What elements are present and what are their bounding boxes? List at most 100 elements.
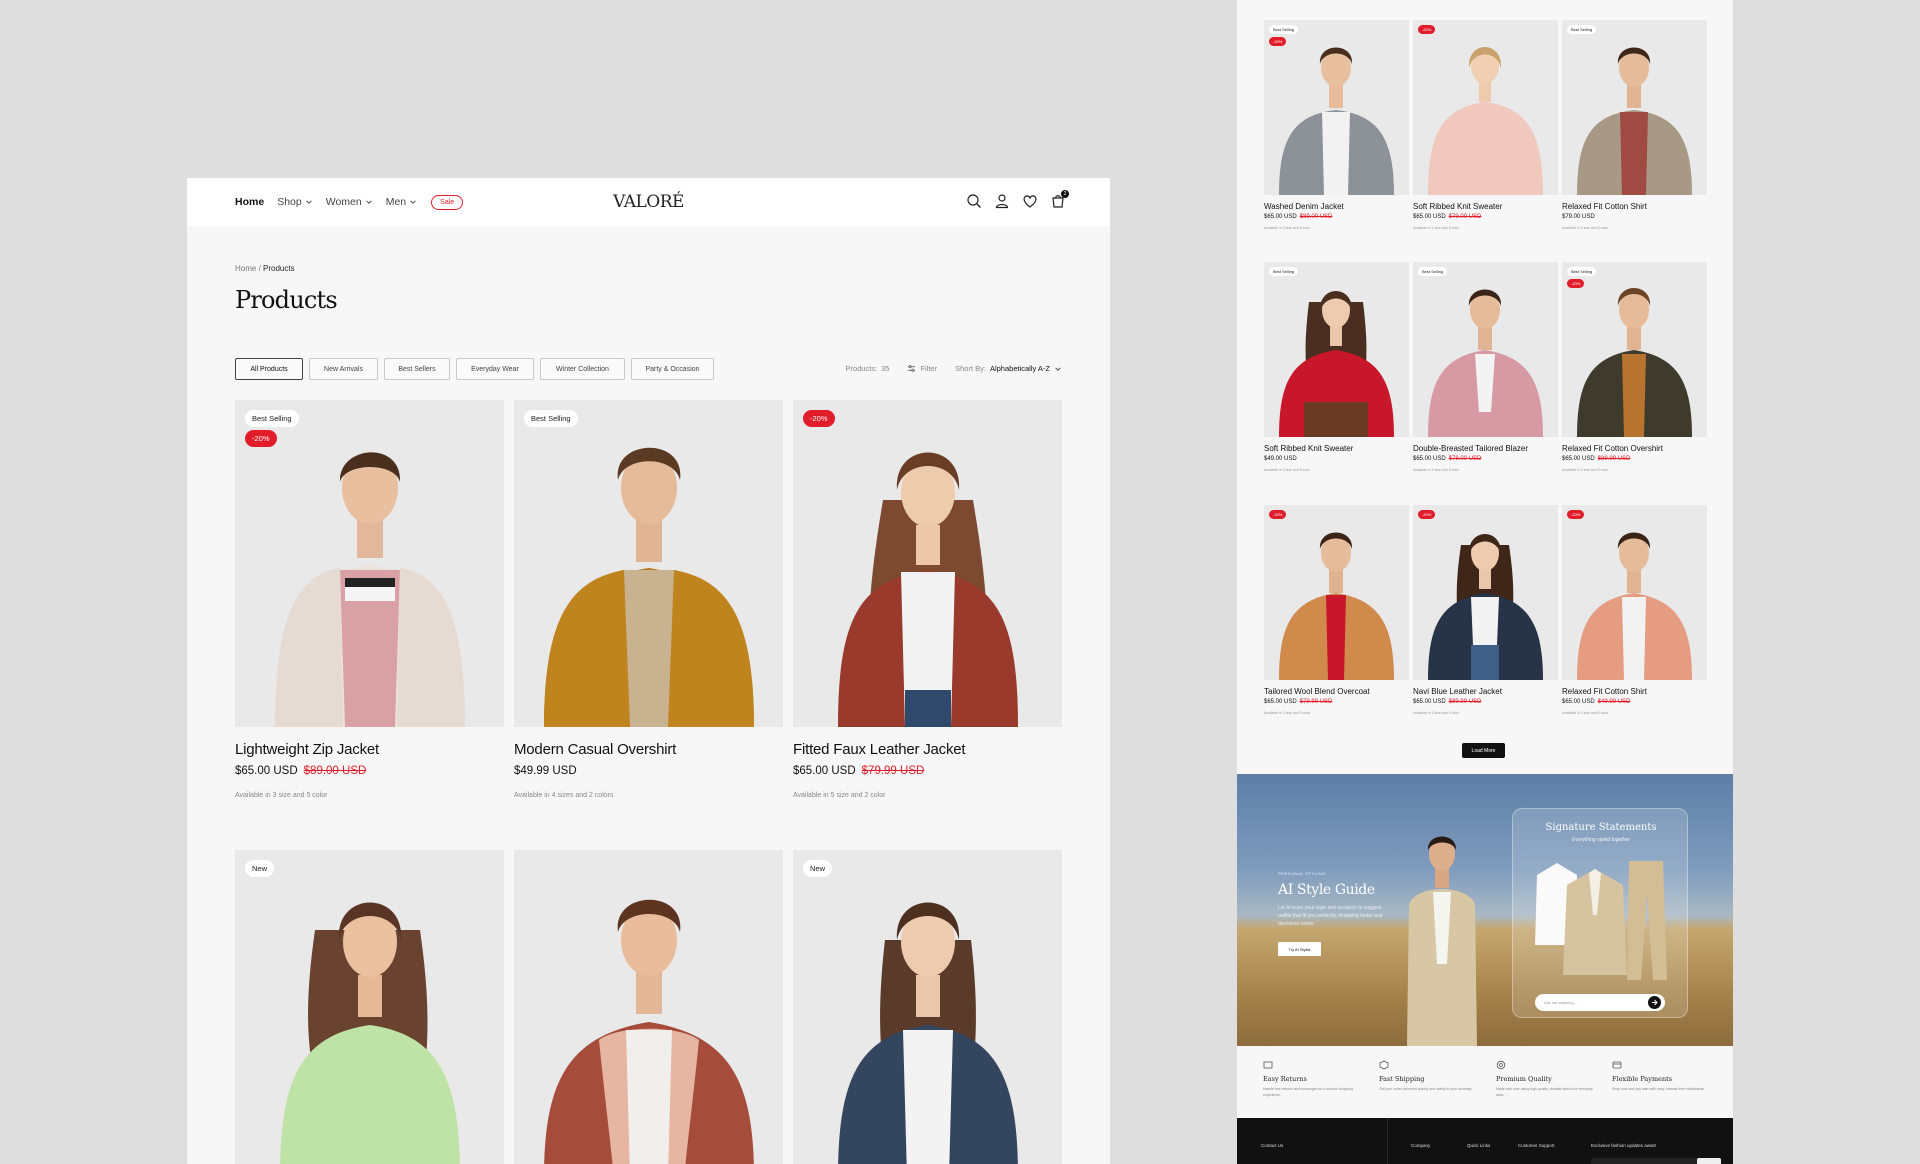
- product-price: $49.99 USD: [514, 765, 783, 777]
- sort-value: Alphabetically A-Z: [989, 364, 1050, 373]
- filter-best-sellers[interactable]: Best Sellers: [384, 358, 450, 380]
- payment-icon: [1612, 1061, 1622, 1069]
- product-name[interactable]: Navi Blue Leather Jacket: [1413, 687, 1558, 696]
- product-name[interactable]: Relaxed Fit Cotton Overshirt: [1562, 444, 1707, 453]
- product-price: $65.00 USD $79.99 USD: [1264, 699, 1409, 705]
- product-image[interactable]: Best Selling: [514, 400, 783, 727]
- product-badge: Best Selling: [245, 410, 299, 427]
- model-illustration: [1279, 291, 1394, 437]
- ask-ai-placeholder: Ask me anything...: [1544, 1000, 1577, 1005]
- product-name[interactable]: Tailored Wool Blend Overcoat: [1264, 687, 1409, 696]
- product-card[interactable]: -20% Soft Ribbed Knit Sweater $65.00 USD…: [1413, 20, 1558, 230]
- breadcrumb-home[interactable]: Home: [235, 264, 256, 273]
- signature-subtitle: Everything styled together: [1572, 837, 1630, 843]
- product-name[interactable]: Relaxed Fit Cotton Shirt: [1562, 687, 1707, 696]
- product-name[interactable]: Washed Denim Jacket: [1264, 202, 1409, 211]
- arrow-icon: [1652, 999, 1658, 1006]
- cart-button[interactable]: 2: [1050, 190, 1069, 209]
- feature-item: Premium Quality Made with care using hig…: [1496, 1060, 1596, 1098]
- product-card[interactable]: Best Selling -20% Relaxed Fit Cotton Ove…: [1562, 262, 1707, 472]
- load-more-button[interactable]: Load More: [1462, 743, 1505, 758]
- newsletter-email-input[interactable]: [1591, 1158, 1721, 1164]
- product-image[interactable]: Best Selling -20%: [1264, 20, 1409, 195]
- product-card[interactable]: -20% Fitted Faux Leather Jacket $65.00 U…: [793, 400, 1062, 799]
- try-ai-stylist-button[interactable]: Try AI Stylist: [1278, 942, 1321, 956]
- sliders-icon: [908, 365, 916, 372]
- model-illustration: [544, 447, 754, 727]
- product-card[interactable]: Best Selling Soft Ribbed Knit Sweater $4…: [1264, 262, 1409, 472]
- product-image[interactable]: New: [793, 850, 1062, 1164]
- product-availability: Available in 3 size and 5 color: [1413, 226, 1460, 230]
- top-nav: Home Shop Women Men Sale VALORÉ 2: [187, 178, 1110, 226]
- product-availability: Available in 3 size and 5 color: [1562, 711, 1609, 715]
- price-current: $65.00 USD: [793, 765, 856, 777]
- product-image[interactable]: Best Selling: [1562, 20, 1707, 195]
- footer-divider: [1387, 1118, 1388, 1164]
- product-card[interactable]: Best Selling Modern Casual Overshirt $49…: [514, 400, 783, 799]
- product-image[interactable]: Best Selling -20%: [1562, 262, 1707, 437]
- product-image[interactable]: Best Selling: [1413, 262, 1558, 437]
- feature-item: Easy Returns Hassle-free returns and exc…: [1263, 1060, 1363, 1098]
- product-card[interactable]: New: [793, 850, 1062, 1164]
- product-name[interactable]: Lightweight Zip Jacket: [235, 741, 504, 758]
- product-availability: Available in 3 size and 5 color: [1413, 711, 1460, 715]
- filter-everyday-wear[interactable]: Everyday Wear: [456, 358, 534, 380]
- account-icon[interactable]: [994, 193, 1010, 209]
- chevron-down-icon: [1055, 366, 1061, 371]
- product-name[interactable]: Relaxed Fit Cotton Shirt: [1562, 202, 1707, 211]
- ask-ai-input[interactable]: Ask me anything...: [1535, 994, 1665, 1011]
- ai-style-hero: PERSONAL STYLING AI Style Guide Let AI l…: [1237, 774, 1733, 1046]
- model-illustration: [1428, 289, 1543, 437]
- product-image[interactable]: -20%: [1264, 505, 1409, 680]
- product-name[interactable]: Soft Ribbed Knit Sweater: [1264, 444, 1409, 453]
- product-image[interactable]: [514, 850, 783, 1164]
- sale-badge: -20%: [803, 410, 835, 427]
- product-card[interactable]: -20% Relaxed Fit Cotton Shirt $65.00 USD…: [1562, 505, 1707, 715]
- hero-title: AI Style Guide: [1278, 882, 1375, 898]
- product-image[interactable]: -20%: [1413, 20, 1558, 195]
- sort-dropdown[interactable]: Short By: Alphabetically A-Z: [955, 364, 1062, 373]
- newsletter-submit-button[interactable]: [1697, 1158, 1721, 1164]
- product-name[interactable]: Soft Ribbed Knit Sweater: [1413, 202, 1558, 211]
- product-card[interactable]: New: [235, 850, 504, 1164]
- product-name[interactable]: Modern Casual Overshirt: [514, 741, 783, 758]
- filter-winter-collection[interactable]: Winter Collection: [540, 358, 625, 380]
- product-card[interactable]: Best Selling -20% Lightweight Zip Jacket…: [235, 400, 504, 799]
- product-card[interactable]: Best Selling Relaxed Fit Cotton Shirt $7…: [1562, 20, 1707, 230]
- product-card[interactable]: [514, 850, 783, 1164]
- feature-description: Shop now and pay later with easy, intere…: [1612, 1087, 1706, 1091]
- product-badge: Best Selling: [524, 410, 578, 427]
- breadcrumb-current: Products: [263, 264, 295, 273]
- send-button[interactable]: [1648, 996, 1661, 1009]
- product-image[interactable]: Best Selling: [1264, 262, 1409, 437]
- filter-all-products[interactable]: All Products: [235, 358, 303, 380]
- filter-new-arrivals[interactable]: New Arrivals: [309, 358, 378, 380]
- product-image[interactable]: -20%: [793, 400, 1062, 727]
- filter-party-occasion[interactable]: Party & Occasion: [631, 358, 714, 380]
- product-name[interactable]: Double-Breasted Tailored Blazer: [1413, 444, 1558, 453]
- product-card[interactable]: -20% Tailored Wool Blend Overcoat $65.00…: [1264, 505, 1409, 715]
- product-image[interactable]: Best Selling -20%: [235, 400, 504, 727]
- search-icon[interactable]: [966, 193, 982, 209]
- product-card[interactable]: Best Selling -20% Washed Denim Jacket $6…: [1264, 20, 1409, 230]
- product-image[interactable]: -20%: [1413, 505, 1558, 680]
- model-illustration: [275, 452, 465, 727]
- feature-item: Flexible Payments Shop now and pay later…: [1612, 1060, 1712, 1093]
- product-image[interactable]: New: [235, 850, 504, 1164]
- product-image[interactable]: -20%: [1562, 505, 1707, 680]
- product-badge: Best Selling: [1269, 267, 1299, 276]
- feature-title: Easy Returns: [1263, 1075, 1307, 1083]
- filter-button[interactable]: Filter: [907, 364, 937, 373]
- model-illustration: [1428, 534, 1543, 680]
- model-illustration: [280, 902, 460, 1164]
- product-card[interactable]: -20% Navi Blue Leather Jacket $65.00 USD…: [1413, 505, 1558, 715]
- footer-support-heading: Customer Support: [1518, 1143, 1555, 1148]
- sale-badge: -20%: [245, 430, 277, 447]
- hero-description: Let AI learn your style and occasion to …: [1278, 905, 1383, 927]
- sale-badge: -20%: [1418, 510, 1436, 519]
- product-name[interactable]: Fitted Faux Leather Jacket: [793, 741, 1062, 758]
- heart-icon[interactable]: [1022, 193, 1038, 209]
- product-card[interactable]: Best Selling Double-Breasted Tailored Bl…: [1413, 262, 1558, 472]
- price-current: $49.00 USD: [1264, 456, 1297, 462]
- filter-button-label: Filter: [920, 364, 938, 373]
